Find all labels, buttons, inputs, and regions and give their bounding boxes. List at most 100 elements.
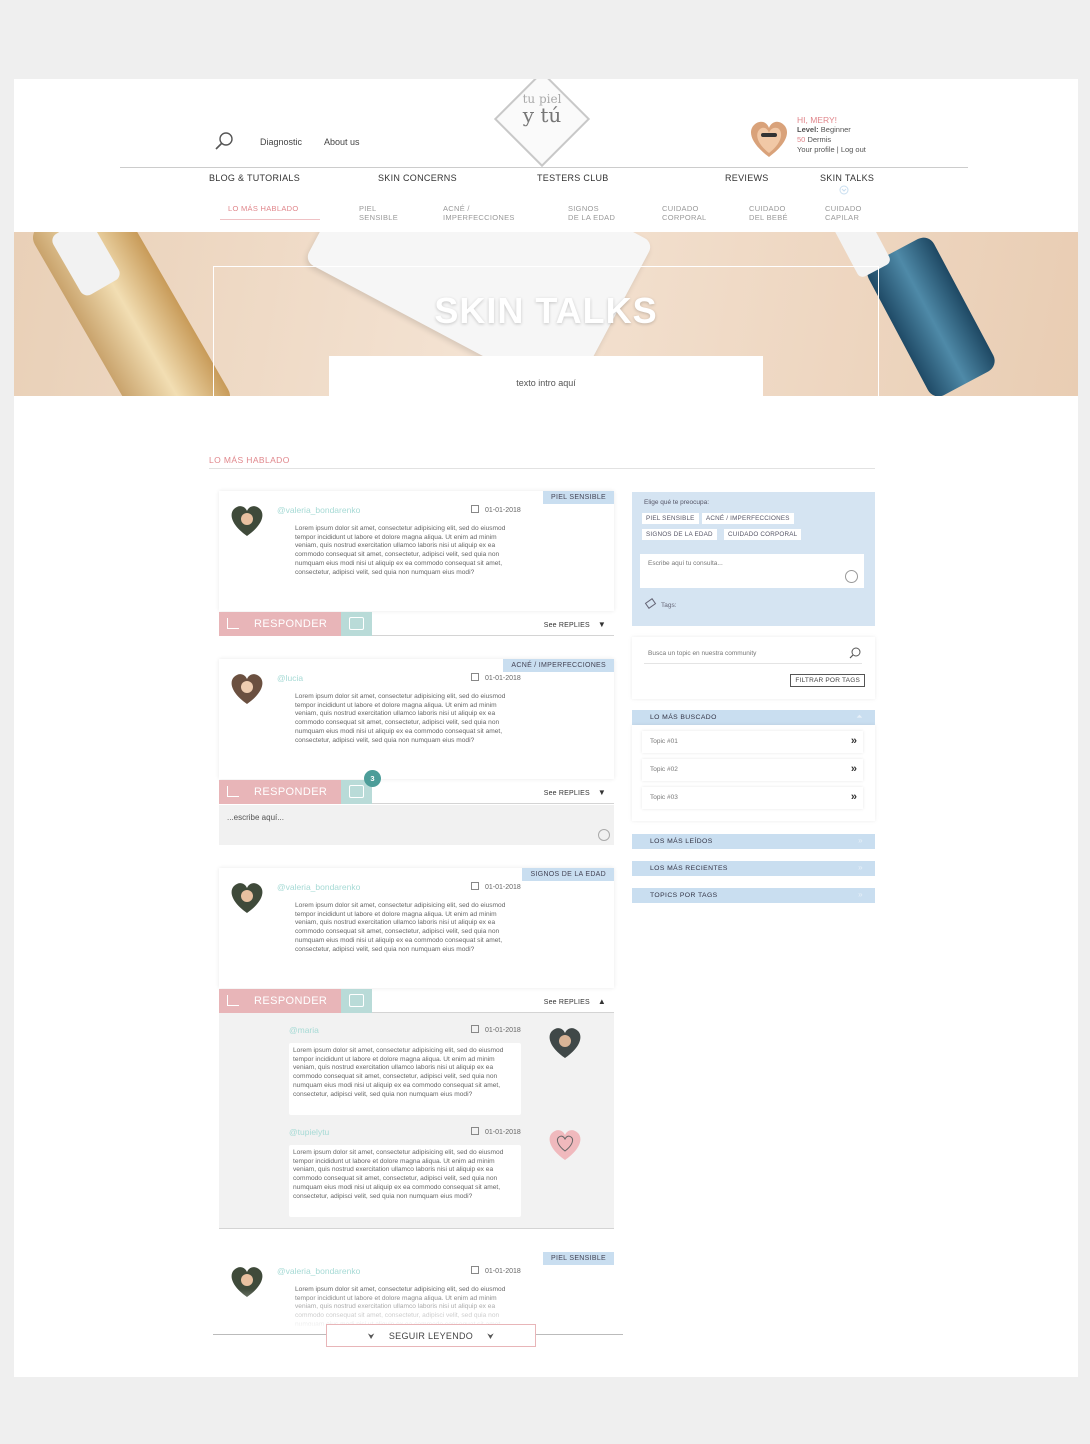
list-item[interactable]: Topic #02 »	[642, 759, 863, 781]
subnav-signos[interactable]: SIGNOS DE LA EDAD	[568, 204, 615, 222]
ask-panel: Elige qué te preocupa: PIEL SENSIBLE ACN…	[632, 492, 875, 626]
see-replies-toggle[interactable]: See REPLIES ▼	[544, 620, 606, 629]
post-username[interactable]: @valeria_bondarenko	[277, 882, 360, 892]
chevron-down-icon: ▼	[597, 788, 606, 797]
calendar-icon	[471, 1025, 479, 1033]
header-divider	[120, 167, 968, 168]
subnav-cuidado-bebe[interactable]: CUIDADO DEL BEBÉ	[749, 204, 788, 222]
nav-link-diagnostic[interactable]: Diagnostic	[260, 137, 302, 147]
most-searched-header[interactable]: LO MÁS BUSCADO ⏶	[632, 710, 875, 725]
calendar-icon	[471, 882, 479, 890]
load-more-button[interactable]: ⮟ SEGUIR LEYENDO ⮟	[326, 1324, 536, 1347]
reply-date: 01-01-2018	[471, 1025, 521, 1034]
nav-testers-club[interactable]: TESTERS CLUB	[537, 173, 609, 183]
respond-button[interactable]: RESPONDER	[219, 612, 341, 636]
chevron-down-icon	[839, 185, 849, 195]
question-input[interactable]: Escribe aquí tu consulta...	[640, 554, 864, 588]
subnav-active-underline	[220, 219, 320, 220]
concern-chip[interactable]: CUIDADO CORPORAL	[724, 529, 802, 540]
topic-label: Topic #02	[650, 766, 678, 773]
reply-input[interactable]: ...escribe aquí...	[219, 805, 614, 845]
arrow-right-icon: »	[850, 735, 857, 747]
subnav-cuidado-capilar[interactable]: CUIDADO CAPILAR	[825, 204, 862, 222]
topics-by-tags-link[interactable]: TOPICS POR TAGS »	[632, 888, 875, 903]
chevron-right-icon: »	[858, 836, 863, 845]
send-icon[interactable]	[845, 570, 858, 583]
logo[interactable]: tu piel y tú	[496, 93, 588, 125]
reply-thread: @maria 01-01-2018 Lorem ipsum dolor sit …	[219, 1013, 614, 1229]
send-icon[interactable]	[598, 829, 610, 841]
respond-button[interactable]: RESPONDER	[219, 780, 341, 804]
avatar[interactable]	[229, 671, 265, 705]
respond-button[interactable]: RESPONDER	[219, 989, 341, 1013]
list-item[interactable]: Topic #03 »	[642, 787, 863, 809]
concern-chip[interactable]: PIEL SENSIBLE	[642, 513, 699, 524]
avatar[interactable]	[229, 880, 265, 914]
level-value: Beginner	[820, 125, 851, 134]
reply-icon	[227, 995, 239, 1006]
user-greeting: HI, MERY!	[797, 115, 837, 125]
like-button[interactable]	[341, 989, 372, 1013]
filter-by-tags-button[interactable]: FILTRAR POR TAGS	[790, 674, 865, 687]
respond-label: RESPONDER	[254, 786, 328, 798]
brand-heart-icon	[549, 1130, 581, 1160]
concern-chip[interactable]: ACNÉ / IMPERFECCIONES	[702, 513, 794, 524]
topic-tag[interactable]: PIEL SENSIBLE	[543, 491, 614, 504]
profile-link[interactable]: Your profile	[797, 145, 835, 154]
topic-search-input[interactable]: Busca un topic en nuestra community	[644, 644, 862, 664]
search-icon[interactable]	[214, 131, 234, 151]
tags-field[interactable]: Tags:	[644, 598, 677, 609]
post-date-text: 01-01-2018	[485, 884, 521, 891]
search-icon[interactable]	[849, 647, 861, 659]
most-searched-list: Topic #01 » Topic #02 » Topic #03 »	[632, 725, 875, 821]
hero-title: SKIN TALKS	[434, 290, 658, 331]
most-read-link[interactable]: LOS MÁS LEÍDOS »	[632, 834, 875, 849]
topic-tag[interactable]: SIGNOS DE LA EDAD	[522, 868, 614, 881]
tag-icon	[644, 598, 657, 609]
respond-label: RESPONDER	[254, 995, 328, 1007]
reply-body: Lorem ipsum dolor sit amet, consectetur …	[293, 1047, 504, 1098]
subnav-label: ACNÉ /	[443, 204, 470, 213]
load-more-label: SEGUIR LEYENDO	[388, 1331, 474, 1341]
list-item[interactable]: Topic #01 »	[642, 731, 863, 753]
see-replies-toggle[interactable]: See REPLIES ▼	[544, 788, 606, 797]
nav-skin-concerns[interactable]: SKIN CONCERNS	[378, 173, 457, 183]
subnav-label: CUIDADO	[749, 204, 786, 213]
post-username[interactable]: @valeria_bondarenko	[277, 1266, 360, 1276]
topic-tag[interactable]: ACNÉ / IMPERFECCIONES	[503, 659, 614, 672]
user-avatar[interactable]	[748, 117, 790, 159]
nav-skin-talks[interactable]: SKIN TALKS	[820, 173, 874, 183]
subnav-piel-sensible[interactable]: PIEL SENSIBLE	[359, 204, 398, 222]
post-username[interactable]: @valeria_bondarenko	[277, 505, 360, 515]
subnav-lo-mas-hablado[interactable]: LO MÁS HABLADO	[228, 204, 298, 213]
nav-blog[interactable]: BLOG & TUTORIALS	[209, 173, 300, 183]
concern-chip[interactable]: SIGNOS DE LA EDAD	[642, 529, 717, 540]
subnav-cuidado-corporal[interactable]: CUIDADO CORPORAL	[662, 204, 707, 222]
subnav-label: PIEL	[359, 204, 377, 213]
reply-date-text: 01-01-2018	[485, 1027, 521, 1034]
like-button[interactable]	[341, 612, 372, 636]
subnav-label: LO MÁS HABLADO	[228, 204, 299, 213]
reply-body: Lorem ipsum dolor sit amet, consectetur …	[293, 1149, 504, 1200]
most-recent-link[interactable]: LOS MÁS RECIENTES »	[632, 861, 875, 876]
avatar[interactable]	[229, 503, 265, 537]
reply-username[interactable]: @tupielytu	[289, 1127, 329, 1137]
subnav-acne[interactable]: ACNÉ / IMPERFECCIONES	[443, 204, 515, 222]
user-info: HI, MERY! Level: Beginner 50 Dermis Your…	[797, 115, 866, 155]
post-username[interactable]: @lucia	[277, 673, 303, 683]
reply-username[interactable]: @maria	[289, 1025, 319, 1035]
post-body: Lorem ipsum dolor sit amet, consectetur …	[295, 902, 506, 953]
reply-date-text: 01-01-2018	[485, 1129, 521, 1136]
subnav-label: CAPILAR	[825, 213, 860, 222]
nav-reviews[interactable]: REVIEWS	[725, 173, 769, 183]
nav-link-about[interactable]: About us	[324, 137, 360, 147]
avatar[interactable]	[547, 1025, 583, 1059]
logout-link[interactable]: Log out	[841, 145, 866, 154]
hero-banner: SKIN TALKS texto intro aquí	[14, 232, 1078, 396]
subnav-label: IMPERFECCIONES	[443, 213, 515, 222]
topic-tag[interactable]: PIEL SENSIBLE	[543, 1252, 614, 1265]
thumbs-up-icon	[349, 617, 364, 630]
calendar-icon	[471, 673, 479, 681]
subnav-label: SENSIBLE	[359, 213, 399, 222]
see-replies-toggle[interactable]: See REPLIES ▲	[544, 997, 606, 1006]
